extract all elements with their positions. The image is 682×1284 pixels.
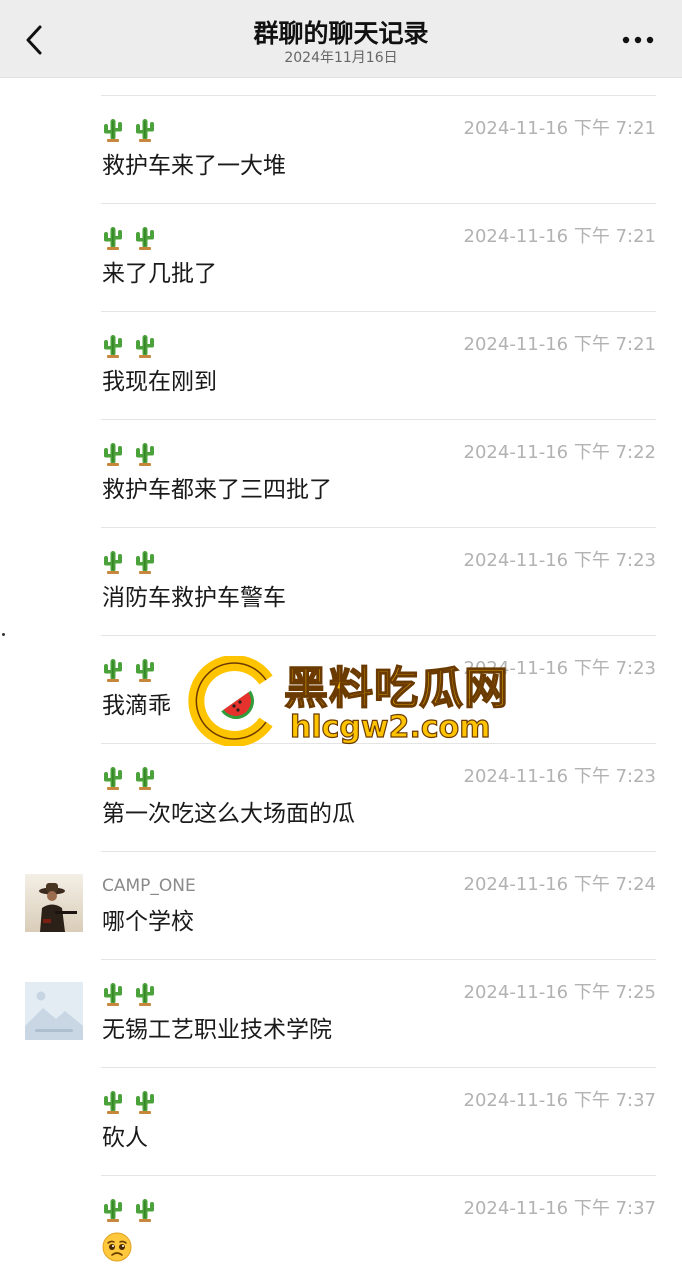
message-time: 2024-11-16 下午 7:25 (463, 982, 656, 1003)
message-row[interactable]: 2024-11-16 下午 7:37 砍人 (0, 1068, 682, 1176)
message-row[interactable]: 2024-11-16 下午 7:23 我滴乖 (0, 636, 682, 744)
message-text: 哪个学校 (102, 909, 194, 935)
message-row[interactable]: 2024-11-16 下午 7:21 救护车来了一大堆 (0, 96, 682, 204)
cactus-icon (102, 334, 124, 358)
message-row[interactable]: 2024-11-16 下午 7:37 (0, 1176, 682, 1284)
cactus-icon (102, 1090, 124, 1114)
sender-name (102, 1198, 166, 1222)
placeholder-image-avatar-icon (25, 982, 83, 1040)
message-time: 2024-11-16 下午 7:21 (463, 334, 656, 355)
cactus-icon (102, 1198, 124, 1222)
message-time: 2024-11-16 下午 7:37 (463, 1198, 656, 1219)
cactus-icon (134, 118, 156, 142)
sender-name (102, 118, 166, 142)
cactus-icon (134, 442, 156, 466)
cactus-icon (134, 982, 156, 1006)
cactus-icon (102, 658, 124, 682)
sender-name (102, 1090, 166, 1114)
message-row[interactable]: 2024-11-16 下午 7:21 我现在刚到 (0, 312, 682, 420)
message-text: 砍人 (102, 1125, 148, 1151)
message-row[interactable]: 2024-11-16 下午 7:22 救护车都来了三四批了 (0, 420, 682, 528)
message-text: 我现在刚到 (102, 369, 217, 395)
more-dots-icon (622, 36, 654, 44)
message-text: 救护车来了一大堆 (102, 153, 286, 179)
page-subtitle-date: 2024年11月16日 (284, 50, 398, 66)
message-text: 第一次吃这么大场面的瓜 (102, 801, 355, 827)
cactus-icon (102, 226, 124, 250)
message-text: 消防车救护车警车 (102, 585, 286, 611)
sender-name (102, 226, 166, 250)
sender-name (102, 982, 166, 1006)
sender-name: CAMP_ONE (102, 876, 196, 896)
cactus-icon (134, 226, 156, 250)
message-row[interactable]: 2024-11-16 下午 7:25 无锡工艺职业技术学院 (0, 960, 682, 1068)
message-time: 2024-11-16 下午 7:21 (463, 118, 656, 139)
cactus-icon (134, 550, 156, 574)
sender-name (102, 442, 166, 466)
message-time: 2024-11-16 下午 7:24 (463, 874, 656, 895)
page-title: 群聊的聊天记录 (253, 19, 429, 48)
message-row[interactable]: 2024-11-16 下午 7:21 来了几批了 (0, 204, 682, 312)
message-text: 来了几批了 (102, 261, 217, 287)
cactus-icon (134, 766, 156, 790)
sender-name (102, 334, 166, 358)
more-button[interactable] (622, 32, 656, 46)
avatar[interactable] (25, 982, 83, 1040)
message-text: 无锡工艺职业技术学院 (102, 1017, 332, 1043)
message-time: 2024-11-16 下午 7:21 (463, 226, 656, 247)
pleading-face-icon (102, 1232, 132, 1261)
message-text: 救护车都来了三四批了 (102, 477, 332, 503)
sender-name (102, 658, 166, 682)
avatar[interactable] (25, 874, 83, 932)
cowboy-avatar-icon (25, 874, 83, 932)
message-time: 2024-11-16 下午 7:23 (463, 550, 656, 571)
cactus-icon (102, 118, 124, 142)
cactus-icon (134, 658, 156, 682)
cactus-icon (102, 982, 124, 1006)
message-time: 2024-11-16 下午 7:22 (463, 442, 656, 463)
sender-name (102, 766, 166, 790)
sender-name (102, 550, 166, 574)
message-text (102, 1230, 132, 1262)
cactus-icon (102, 442, 124, 466)
message-time: 2024-11-16 下午 7:23 (463, 658, 656, 679)
cactus-icon (134, 1198, 156, 1222)
cactus-icon (102, 766, 124, 790)
message-time: 2024-11-16 下午 7:23 (463, 766, 656, 787)
message-text: 我滴乖 (102, 693, 171, 719)
message-row[interactable]: CAMP_ONE 2024-11-16 下午 7:24 哪个学校 (0, 852, 682, 960)
edge-dot (2, 633, 5, 636)
cactus-icon (102, 550, 124, 574)
message-row[interactable]: 2024-11-16 下午 7:23 第一次吃这么大场面的瓜 (0, 744, 682, 852)
cactus-icon (134, 1090, 156, 1114)
cactus-icon (134, 334, 156, 358)
chat-header: 群聊的聊天记录 2024年11月16日 (0, 0, 682, 78)
message-row[interactable]: 2024-11-16 下午 7:23 消防车救护车警车 (0, 528, 682, 636)
message-time: 2024-11-16 下午 7:37 (463, 1090, 656, 1111)
